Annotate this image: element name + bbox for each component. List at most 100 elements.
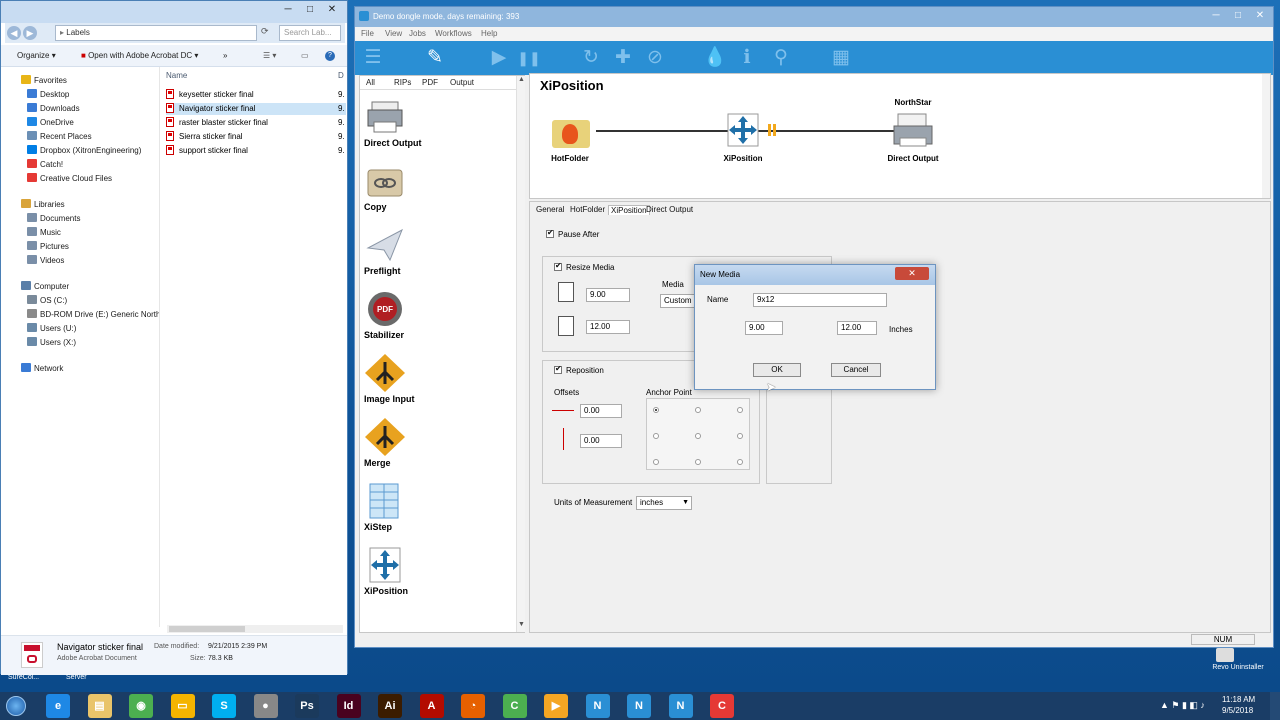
help-icon[interactable]: ? [325,51,335,61]
ie-icon[interactable]: e [46,694,70,718]
pencil-icon[interactable]: ✎ [423,47,447,69]
direct-output-node[interactable] [892,110,934,150]
anchor-radio-top-center[interactable] [695,407,701,413]
indesign-icon[interactable]: Id [336,694,361,718]
media-name-input[interactable]: 9x12 [753,293,887,307]
tab-general[interactable]: General [536,205,564,214]
anchor-radio-center[interactable] [695,433,701,439]
file-row[interactable]: support sticker final 9. [166,145,345,157]
anchor-radio-bottom-center[interactable] [695,459,701,465]
nav-item-libraries[interactable]: Libraries [21,199,65,211]
camtasia-red-icon[interactable]: C [710,694,734,718]
nav-item-os-c-[interactable]: OS (C:) [27,295,67,307]
nav-item-network[interactable]: Network [21,363,63,375]
file-row[interactable]: keysetter sticker final 9. [166,89,345,101]
acrobat-icon[interactable]: A [419,694,444,718]
menu-workflows[interactable]: Workflows [435,29,472,38]
desktop-label-server[interactable]: Server [66,674,87,681]
dialog-width-field[interactable]: 9.00 [745,321,783,335]
organize-button[interactable]: Organize ▾ [17,49,56,63]
camtasia-icon[interactable]: C [502,694,527,718]
width-field[interactable]: 9.00 [586,288,630,302]
tab-hotfolder[interactable]: HotFolder [570,205,605,214]
palette-tab-all[interactable]: All [366,78,375,87]
close-button[interactable]: ✕ [1249,9,1271,23]
scroll-up-icon[interactable]: ▲ [518,76,525,83]
media-icon[interactable]: ▶ [544,694,568,718]
play-icon[interactable]: ▶ [487,47,511,69]
pause-after-checkbox[interactable]: Pause After [546,228,599,239]
nav-item-recent-places[interactable]: Recent Places [27,131,92,143]
nav-item-pictures[interactable]: Pictures [27,241,69,253]
chrome-icon[interactable]: ◉ [129,694,153,718]
minimize-button[interactable]: ─ [277,3,299,17]
anchor-radio-middle-left[interactable] [653,433,659,439]
palette-item-stabilizer[interactable]: PDF Stabilizer [364,290,484,346]
palette-tab-output[interactable]: Output [450,78,474,87]
file-row[interactable]: Sierra sticker final 9. [166,131,345,143]
revo-uninstaller-icon[interactable] [1216,648,1234,662]
forward-icon[interactable]: ▶ [23,26,37,40]
palette-item-xistep[interactable]: XiStep [364,482,484,538]
northstar-icon[interactable]: N [627,694,651,718]
pause-icon[interactable]: ❚❚ [517,47,541,69]
open-with-button[interactable]: ■ Open with Adobe Acrobat DC ▾ [81,49,198,63]
address-field[interactable]: ▸ Labels [55,25,257,41]
clock-date[interactable]: 9/5/2018 [1222,706,1253,715]
firefox-icon[interactable]: ◔ [461,694,485,718]
back-icon[interactable]: ◀ [7,26,21,40]
menu-jobs[interactable]: Jobs [409,29,426,38]
palette-item-copy[interactable]: Copy [364,162,484,218]
file-row[interactable]: raster blaster sticker final 9. [166,117,345,129]
nav-item-users-x-[interactable]: Users (X:) [27,337,76,349]
column-header-name[interactable]: Name [166,71,187,80]
briefcase-icon[interactable]: ▦ [829,47,853,69]
palette-item-xiposition[interactable]: XiPosition [364,546,484,602]
reposition-checkbox[interactable]: Reposition [554,364,604,375]
plus-icon[interactable]: ✚ [611,47,635,69]
units-select[interactable]: inches ▼ [636,496,692,510]
xiposition-node[interactable] [726,112,760,148]
desktop-label-revo[interactable]: Revo Uninstaller [1210,664,1266,671]
menu-file[interactable]: File [361,29,374,38]
palette-tab-rips[interactable]: RIPs [394,78,411,87]
horizontal-scrollbar[interactable] [167,625,343,633]
close-button[interactable]: ✕ [321,3,343,17]
drops-icon[interactable]: 💧 [703,47,727,69]
file-row[interactable]: Navigator sticker final 9. [166,103,346,115]
palette-item-merge[interactable]: Merge [364,418,484,474]
tray-icons[interactable]: ▲ ⚑ ▮ ◧ ♪ [1160,700,1205,711]
clock-time[interactable]: 11:18 AM [1222,695,1255,704]
nav-item-onedrive[interactable]: OneDrive [27,117,74,129]
nav-item-documents[interactable]: Documents [27,213,80,225]
skype-icon[interactable]: S [212,694,236,718]
northstar-icon[interactable]: N [668,694,693,718]
anchor-radio-bottom-right[interactable] [737,459,743,465]
resize-media-checkbox[interactable]: Resize Media [554,261,614,272]
palette-scrollbar[interactable]: ▲ ▼ [516,76,525,632]
nav-item-bd-rom-drive-e-generic-north[interactable]: BD-ROM Drive (E:) Generic North [27,309,160,321]
anchor-radio-top-right[interactable] [737,407,743,413]
ok-button[interactable]: OK [753,363,801,377]
offset-x-field[interactable]: 0.00 [580,404,622,418]
nav-item-desktop[interactable]: Desktop [27,89,69,101]
dialog-close-button[interactable]: ✕ [895,267,929,280]
nav-item-catch-[interactable]: Catch! [27,159,63,171]
palette-item-direct-output[interactable]: Direct Output [364,98,484,154]
explorer-icon[interactable]: ▤ [87,694,112,718]
show-desktop-button[interactable] [1270,692,1280,720]
preview-pane-icon[interactable]: ▭ [301,49,309,63]
nav-item-downloads[interactable]: Downloads [27,103,80,115]
nav-item-creative-cloud-files[interactable]: Creative Cloud Files [27,173,112,185]
offset-y-field[interactable]: 0.00 [580,434,622,448]
menu-icon[interactable]: ☰ [361,47,385,69]
desktop-label-surecol[interactable]: SureCol... [8,674,39,681]
scroll-down-icon[interactable]: ▼ [518,621,525,628]
nav-item-users-u-[interactable]: Users (U:) [27,323,76,335]
illustrator-icon[interactable]: Ai [378,694,402,718]
block-icon[interactable]: ⊘ [643,47,667,69]
anchor-radio-bottom-left[interactable] [653,459,659,465]
maximize-button[interactable]: □ [1227,9,1249,23]
palette-tab-pdf[interactable]: PDF [422,78,438,87]
view-icon[interactable]: ☰ ▾ [263,49,276,63]
